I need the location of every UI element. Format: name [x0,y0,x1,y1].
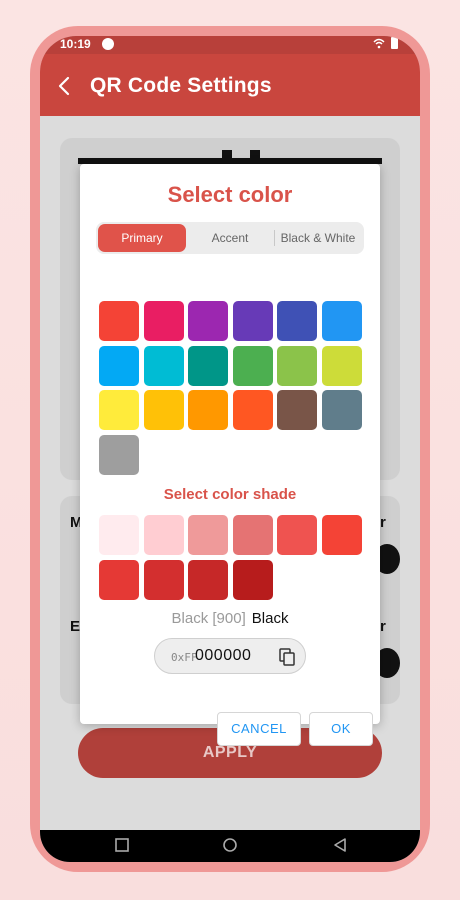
color-swatch[interactable] [322,345,362,386]
cancel-button[interactable]: CANCEL [217,712,301,746]
shade-swatch[interactable] [188,515,229,555]
color-swatch[interactable] [188,345,229,386]
shade-swatch[interactable] [188,559,229,600]
app-bar: QR Code Settings [40,54,420,116]
color-swatch[interactable] [99,390,139,431]
color-swatch[interactable] [232,390,273,431]
color-swatch[interactable] [188,390,229,431]
back-icon[interactable] [332,837,348,853]
setting-label-right: r [380,618,386,635]
navigation-bar [40,830,420,862]
tab-accent[interactable]: Accent [186,224,274,252]
color-swatch[interactable] [99,345,139,386]
color-swatch[interactable] [143,345,184,386]
notification-icon [102,38,114,50]
shade-swatch[interactable] [232,559,273,600]
home-icon[interactable] [222,837,238,853]
shade-title: Select color shade [163,486,297,503]
color-swatch[interactable] [99,301,139,341]
color-picker-dialog: Select color Primary Accent Black & Whit… [80,164,380,746]
color-name-row: Black [900] Black [80,610,380,627]
tab-primary[interactable]: Primary [98,224,186,252]
tab-black-white[interactable]: Black & White [274,224,362,252]
color-swatch[interactable] [143,301,184,341]
color-swatch[interactable] [322,301,362,341]
color-swatch[interactable] [188,301,229,341]
color-swatch[interactable] [143,390,184,431]
color-swatch[interactable] [277,301,318,341]
shade-swatch[interactable] [232,515,273,555]
qr-code-preview-block [222,150,232,164]
screen: 10:19 QR Code Settings M E r r APPLY Sel… [40,36,420,862]
shade-swatch[interactable] [322,515,362,555]
back-arrow-icon[interactable] [56,76,72,96]
page-title: QR Code Settings [90,74,272,97]
setting-label-left: E [70,618,81,635]
color-swatch[interactable] [277,345,318,386]
qr-code-preview-block [250,150,260,164]
shade-swatch[interactable] [277,515,318,555]
color-name: Black [251,610,289,627]
hex-prefix: 0xFF [171,651,198,664]
shade-swatch[interactable] [143,515,184,555]
status-time: 10:19 [60,37,91,51]
copy-icon[interactable] [279,648,295,666]
wifi-icon [373,38,385,49]
color-swatch[interactable] [277,390,318,431]
color-swatch[interactable] [232,301,273,341]
hex-input[interactable]: 0xFF 000000 [154,638,306,674]
status-bar: 10:19 [40,36,420,54]
ok-button[interactable]: OK [309,712,373,746]
shade-swatch[interactable] [99,515,139,555]
shade-swatch[interactable] [143,559,184,600]
battery-icon [391,37,398,49]
shade-swatch[interactable] [99,559,139,600]
recents-icon[interactable] [114,837,130,853]
color-swatch[interactable] [322,390,362,431]
hex-value[interactable]: 000000 [195,647,251,665]
color-type-tabs: Primary Accent Black & White [96,222,364,254]
setting-label-right: r [380,514,386,531]
color-name-code: Black [900] [171,610,246,627]
dialog-title: Select color [167,182,293,207]
color-swatch[interactable] [232,345,273,386]
color-swatch[interactable] [99,434,139,475]
